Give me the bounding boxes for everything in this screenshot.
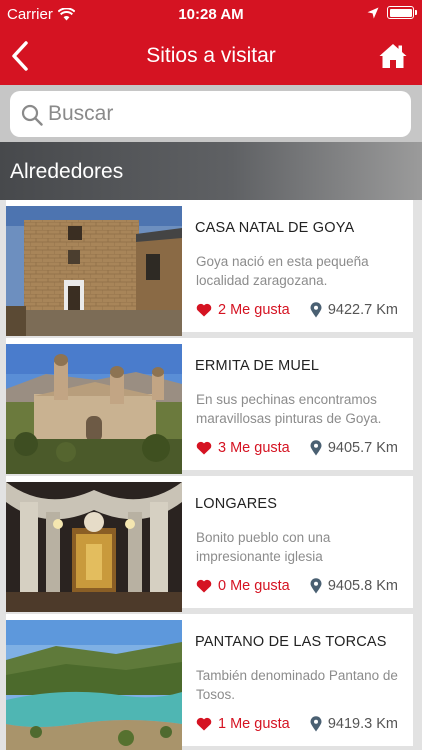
status-time: 10:28 AM	[178, 6, 244, 23]
place-title: CASA NATAL DE GOYA	[195, 220, 355, 236]
search-box[interactable]	[10, 91, 411, 137]
distance: 9422.7 Km	[310, 302, 398, 318]
distance: 9405.7 Km	[310, 440, 398, 456]
place-card-longares[interactable]: LONGARES Bonito pueblo con una impresion…	[6, 476, 413, 612]
battery-icon	[387, 6, 417, 19]
like-count: 0 Me gusta	[218, 578, 290, 594]
map-pin-icon	[310, 578, 322, 594]
search-icon	[21, 104, 43, 126]
place-title: LONGARES	[195, 496, 278, 512]
location-arrow-icon	[367, 7, 379, 18]
heart-icon	[196, 303, 212, 317]
heart-icon	[196, 579, 212, 593]
like-count: 2 Me gusta	[218, 302, 290, 318]
home-button[interactable]	[378, 42, 408, 70]
section-header: Alrededores	[0, 142, 422, 200]
distance-value: 9405.7 Km	[327, 440, 398, 456]
distance-value: 9405.8 Km	[327, 578, 398, 594]
place-description: También denominado Pantano de Tosos.	[196, 668, 398, 702]
status-bar: Carrier 10:28 AM	[0, 0, 422, 30]
search-input[interactable]	[48, 91, 398, 137]
place-description: Bonito pueblo con una impresionante igle…	[196, 530, 331, 564]
distance: 9419.3 Km	[310, 716, 398, 732]
like-count: 1 Me gusta	[218, 716, 290, 732]
place-description: Goya nació en esta pequeña localidad zar…	[196, 254, 369, 288]
place-title: PANTANO DE LAS TORCAS	[195, 634, 387, 650]
section-title: Alrededores	[10, 160, 124, 183]
like-button[interactable]: 2 Me gusta	[196, 302, 290, 318]
page-title: Sitios a visitar	[146, 44, 276, 67]
distance: 9405.8 Km	[310, 578, 398, 594]
map-pin-icon	[310, 302, 322, 318]
place-card-casa-natal-de-goya[interactable]: CASA NATAL DE GOYA Goya nació en esta pe…	[6, 200, 413, 336]
app-header: Carrier 10:28 AM Sitios a visitar	[0, 0, 422, 85]
heart-icon	[196, 441, 212, 455]
like-button[interactable]: 3 Me gusta	[196, 440, 290, 456]
distance-value: 9422.7 Km	[327, 302, 398, 318]
place-photo	[6, 206, 182, 336]
place-card-ermita-de-muel[interactable]: ERMITA DE MUEL En sus pechinas encontram…	[6, 338, 413, 474]
search-bar	[0, 85, 422, 142]
place-title: ERMITA DE MUEL	[195, 358, 320, 374]
like-button[interactable]: 0 Me gusta	[196, 578, 290, 594]
status-right	[367, 6, 417, 19]
like-count: 3 Me gusta	[218, 440, 290, 456]
distance-value: 9419.3 Km	[327, 716, 398, 732]
like-button[interactable]: 1 Me gusta	[196, 716, 290, 732]
place-card-pantano-de-las-torcas[interactable]: PANTANO DE LAS TORCAS También denominado…	[6, 614, 413, 750]
map-pin-icon	[310, 440, 322, 456]
place-photo	[6, 344, 182, 474]
heart-icon	[196, 717, 212, 731]
place-photo	[6, 482, 182, 612]
home-icon	[379, 44, 407, 68]
place-description: En sus pechinas encontramos maravillosas…	[196, 392, 382, 426]
place-photo	[6, 620, 182, 750]
map-pin-icon	[310, 716, 322, 732]
